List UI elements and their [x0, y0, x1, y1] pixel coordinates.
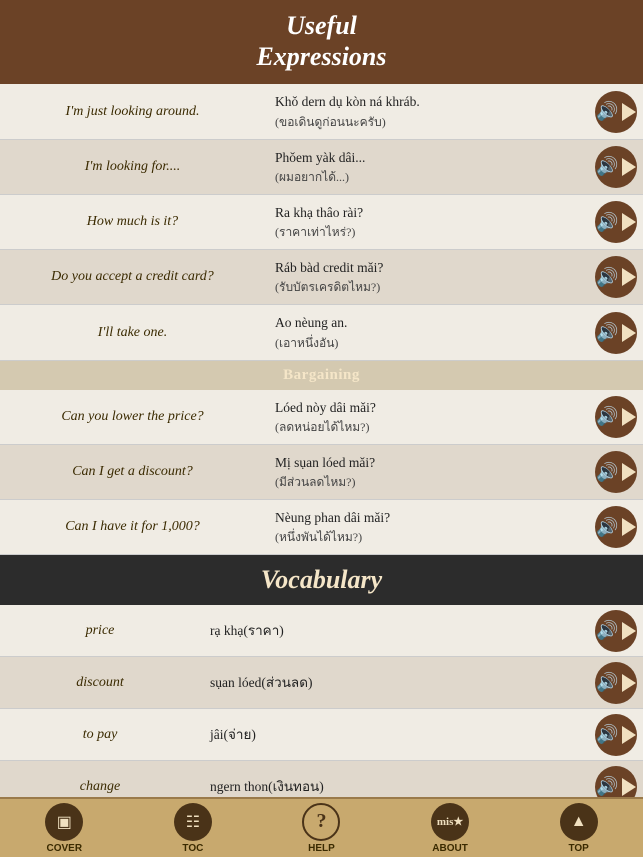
- toc-icon: ☷: [174, 803, 212, 841]
- cover-label: COVER: [47, 843, 83, 854]
- toc-label: TOC: [182, 843, 203, 854]
- audio-button[interactable]: 🔊: [595, 506, 637, 548]
- bargaining-list: Can you lower the price?Lóed nòy dâi mǎi…: [0, 390, 643, 556]
- english-phrase: Can I get a discount?: [0, 456, 265, 488]
- thai-translation: Ra khạ thâo rài?(ราคาเท่าไหร่?): [265, 195, 595, 249]
- audio-button[interactable]: 🔊: [595, 396, 637, 438]
- top-icon: ▲: [560, 803, 598, 841]
- table-row: How much is it?Ra khạ thâo rài?(ราคาเท่า…: [0, 195, 643, 250]
- thai-translation: rạ khạ(ราคา): [200, 613, 595, 649]
- english-phrase: I'm looking for....: [0, 151, 265, 183]
- table-row: Can I get a discount?Mị sụan lóed mǎi?(ม…: [0, 445, 643, 500]
- table-row: I'm looking for....Phǒem yàk dâi...(ผมอย…: [0, 140, 643, 195]
- expressions-list: I'm just looking around.Khǒ dern dụ kòn …: [0, 84, 643, 360]
- audio-button[interactable]: 🔊: [595, 610, 637, 652]
- english-phrase: discount: [0, 667, 200, 699]
- vocabulary-section-divider: Vocabulary: [0, 555, 643, 605]
- page-header: Useful Expressions: [0, 0, 643, 84]
- thai-translation: Lóed nòy dâi mǎi?(ลดหน่อยได้ไหม?): [265, 390, 595, 444]
- thai-translation: Khǒ dern dụ kòn ná khráb.(ขอเดินดูก่อนนะ…: [265, 84, 595, 138]
- bottom-navigation: ▣ COVER ☷ TOC ? HELP mis★ ABOUT ▲ TOP: [0, 797, 643, 857]
- audio-button[interactable]: 🔊: [595, 256, 637, 298]
- english-phrase: How much is it?: [0, 206, 265, 238]
- table-row: I'll take one.Ao nèung an.(เอาหนึ่งอัน)🔊: [0, 305, 643, 360]
- nav-cover[interactable]: ▣ COVER: [45, 803, 83, 854]
- english-phrase: to pay: [0, 719, 200, 751]
- audio-button[interactable]: 🔊: [595, 91, 637, 133]
- table-row: to payjâi(จ่าย)🔊: [0, 709, 643, 761]
- nav-toc[interactable]: ☷ TOC: [174, 803, 212, 854]
- table-row: Can you lower the price?Lóed nòy dâi mǎi…: [0, 390, 643, 445]
- english-phrase: I'll take one.: [0, 317, 265, 349]
- thai-translation: ngern thon(เงินทอน): [200, 769, 595, 797]
- audio-button[interactable]: 🔊: [595, 146, 637, 188]
- table-row: pricerạ khạ(ราคา)🔊: [0, 605, 643, 657]
- table-row: discountsụan lóed(ส่วนลด)🔊: [0, 657, 643, 709]
- audio-button[interactable]: 🔊: [595, 662, 637, 704]
- help-label: HELP: [308, 843, 335, 854]
- table-row: Can I have it for 1,000?Nèung phan dâi m…: [0, 500, 643, 555]
- english-phrase: change: [0, 771, 200, 797]
- top-label: TOP: [568, 843, 588, 854]
- table-row: Do you accept a credit card?Ráb bàd cred…: [0, 250, 643, 305]
- thai-translation: Ráb bàd credit mǎi?(รับบัตรเครดิตไหม?): [265, 250, 595, 304]
- bargaining-section-divider: Bargaining: [0, 361, 643, 390]
- about-label: ABOUT: [432, 843, 468, 854]
- thai-translation: Nèung phan dâi mǎi?(หนึ่งพันได้ไหม?): [265, 500, 595, 554]
- nav-top[interactable]: ▲ TOP: [560, 803, 598, 854]
- english-phrase: Can you lower the price?: [0, 401, 265, 433]
- thai-translation: jâi(จ่าย): [200, 717, 595, 753]
- audio-button[interactable]: 🔊: [595, 451, 637, 493]
- nav-about[interactable]: mis★ ABOUT: [431, 803, 469, 854]
- english-phrase: Can I have it for 1,000?: [0, 511, 265, 543]
- table-row: I'm just looking around.Khǒ dern dụ kòn …: [0, 84, 643, 139]
- thai-translation: Ao nèung an.(เอาหนึ่งอัน): [265, 305, 595, 359]
- english-phrase: price: [0, 615, 200, 647]
- audio-button[interactable]: 🔊: [595, 714, 637, 756]
- thai-translation: Phǒem yàk dâi...(ผมอยากได้...): [265, 140, 595, 194]
- thai-translation: Mị sụan lóed mǎi?(มีส่วนลดไหม?): [265, 445, 595, 499]
- english-phrase: I'm just looking around.: [0, 96, 265, 128]
- header-title: Useful Expressions: [20, 10, 623, 72]
- nav-help[interactable]: ? HELP: [302, 803, 340, 854]
- cover-icon: ▣: [45, 803, 83, 841]
- audio-button[interactable]: 🔊: [595, 766, 637, 797]
- thai-translation: sụan lóed(ส่วนลด): [200, 665, 595, 701]
- english-phrase: Do you accept a credit card?: [0, 261, 265, 293]
- audio-button[interactable]: 🔊: [595, 201, 637, 243]
- help-icon: ?: [302, 803, 340, 841]
- vocabulary-list: pricerạ khạ(ราคา)🔊discountsụan lóed(ส่วน…: [0, 605, 643, 797]
- audio-button[interactable]: 🔊: [595, 312, 637, 354]
- about-icon: mis★: [431, 803, 469, 841]
- table-row: changengern thon(เงินทอน)🔊: [0, 761, 643, 797]
